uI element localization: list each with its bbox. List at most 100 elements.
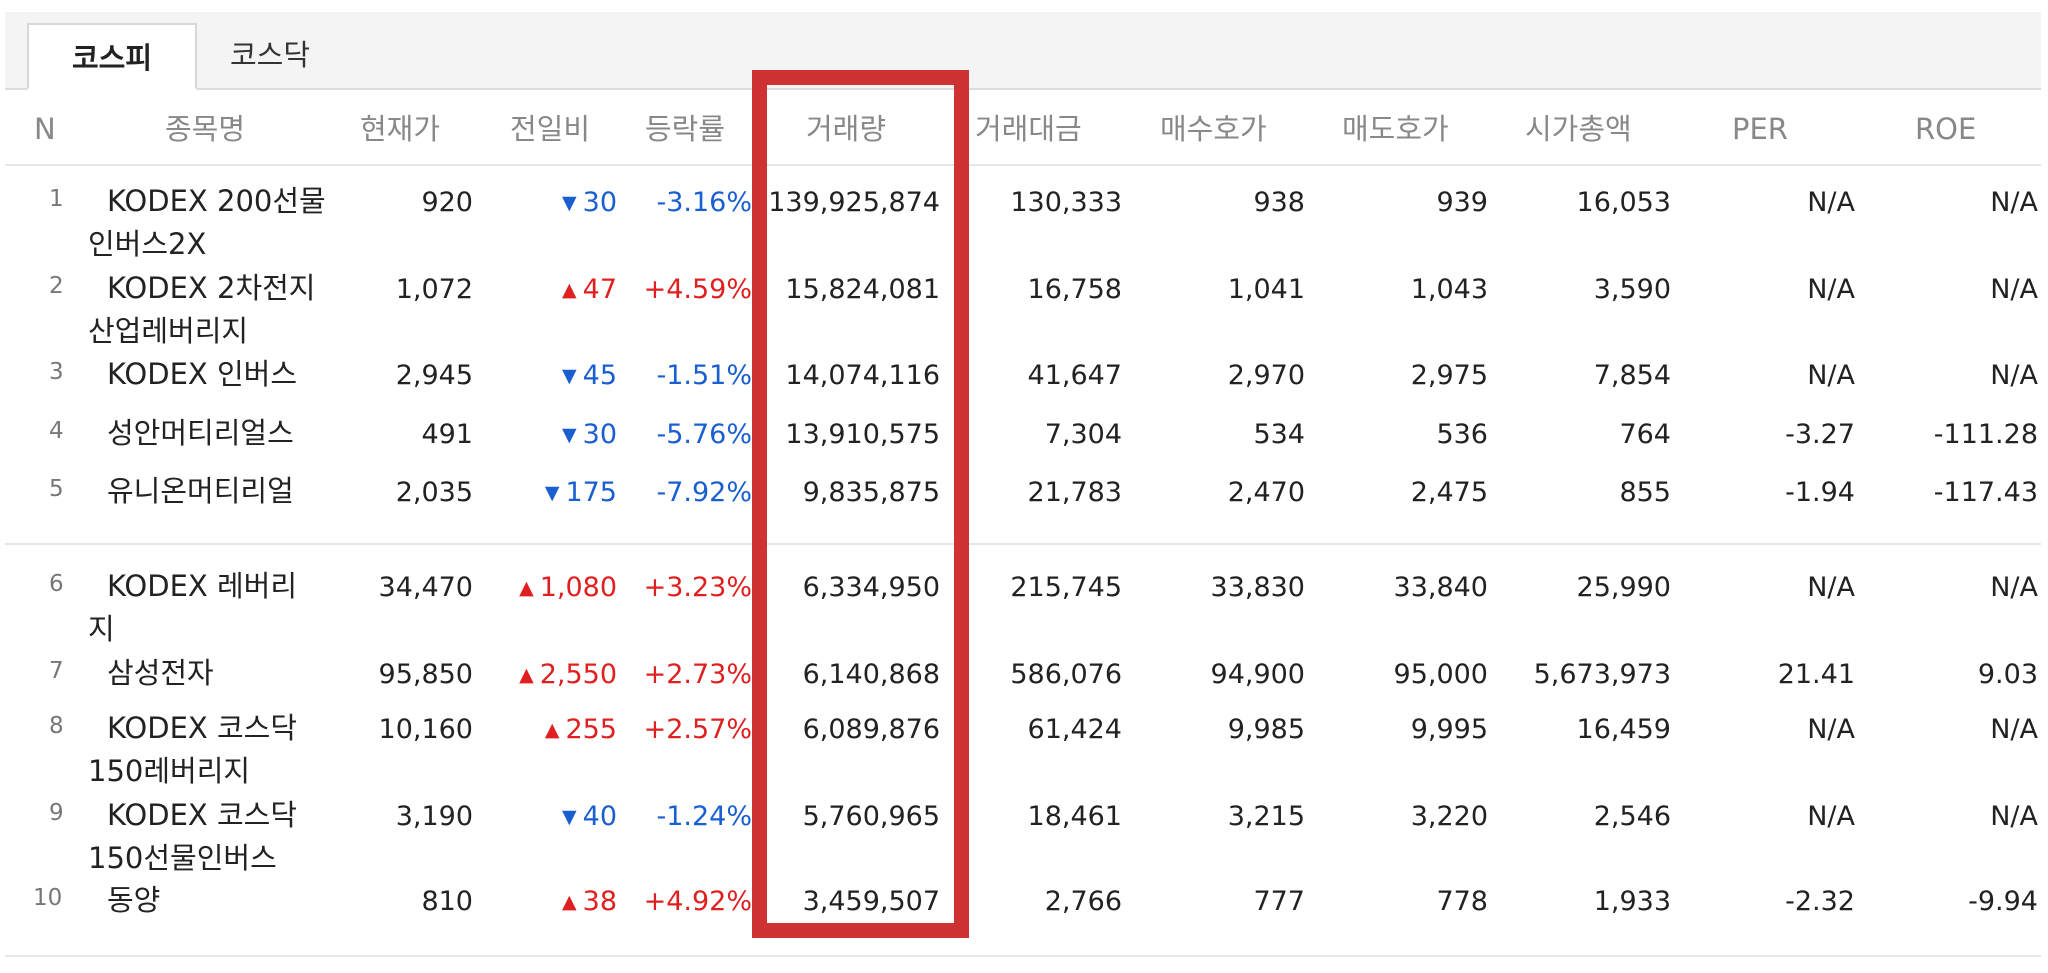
cell-ask: 33,840 — [1393, 572, 1488, 603]
cell-volume: 15,824,081 — [785, 274, 940, 305]
cell-per: N/A — [1807, 187, 1855, 218]
triangle-up-icon: ▲ — [562, 279, 577, 301]
cell-roe: N/A — [1990, 572, 2038, 603]
row-number: 8 — [49, 713, 64, 739]
stock-name-link[interactable]: KODEX 레버리 지 — [88, 565, 297, 651]
triangle-up-icon: ▲ — [544, 719, 560, 741]
cell-ask: 536 — [1436, 419, 1488, 450]
triangle-up-icon: ▲ — [562, 891, 577, 913]
cell-rate: +2.73% — [643, 659, 752, 690]
cell-price: 810 — [421, 886, 473, 917]
cell-mcap: 16,459 — [1576, 714, 1671, 745]
cell-roe: -117.43 — [1933, 477, 2038, 508]
triangle-down-icon: ▼ — [562, 192, 577, 214]
stock-name-link[interactable]: KODEX 인버스 — [88, 353, 297, 396]
stock-name-line2: 인버스2X — [88, 227, 207, 261]
stock-name-link[interactable]: 성안머티리얼스 — [88, 412, 294, 455]
cell-bid: 9,985 — [1227, 714, 1305, 745]
group-divider — [5, 543, 2041, 545]
cell-change: ▼ 30 — [562, 182, 617, 224]
cell-rate: +2.57% — [643, 714, 752, 745]
triangle-down-icon: ▼ — [562, 806, 577, 828]
cell-volume: 5,760,965 — [802, 801, 940, 832]
cell-mcap: 764 — [1619, 419, 1671, 450]
header-roe[interactable]: ROE — [1915, 92, 1976, 166]
header-per[interactable]: PER — [1732, 92, 1788, 166]
cell-bid: 3,215 — [1227, 801, 1305, 832]
cell-ask: 95,000 — [1393, 659, 1488, 690]
cell-bid: 938 — [1253, 187, 1305, 218]
cell-price: 920 — [421, 187, 473, 218]
tab-kosdaq[interactable]: 코스닥 — [205, 22, 335, 88]
cell-roe: N/A — [1990, 801, 2038, 832]
stock-name-link[interactable]: KODEX 200선물 인버스2X — [88, 180, 326, 266]
cell-volume: 6,089,876 — [802, 714, 940, 745]
cell-ask: 778 — [1436, 886, 1488, 917]
header-bid[interactable]: 매수호가 — [1160, 92, 1267, 166]
cell-rate: +3.23% — [643, 572, 752, 603]
header-rate[interactable]: 등락률 — [645, 92, 725, 166]
cell-price: 95,850 — [378, 659, 473, 690]
header-mcap[interactable]: 시가총액 — [1525, 92, 1632, 166]
cell-per: N/A — [1807, 801, 1855, 832]
change-value: 30 — [582, 187, 617, 218]
cell-change: ▲ 47 — [562, 269, 617, 311]
triangle-down-icon: ▼ — [562, 424, 577, 446]
cell-price: 34,470 — [378, 572, 473, 603]
cell-mcap: 1,933 — [1593, 886, 1671, 917]
cell-roe: 9.03 — [1977, 659, 2038, 690]
cell-per: -3.27 — [1785, 419, 1855, 450]
change-value: 40 — [582, 801, 617, 832]
cell-roe: -9.94 — [1968, 886, 2038, 917]
stock-name-link[interactable]: 유니온머티리얼 — [88, 470, 294, 513]
cell-amount: 130,333 — [1010, 187, 1122, 218]
cell-volume: 6,140,868 — [802, 659, 940, 690]
cell-roe: -111.28 — [1933, 419, 2038, 450]
stock-name-link[interactable]: KODEX 코스닥 150선물인버스 — [88, 794, 297, 880]
change-value: 30 — [582, 419, 617, 450]
cell-ask: 939 — [1436, 187, 1488, 218]
cell-bid: 1,041 — [1227, 274, 1305, 305]
cell-amount: 21,783 — [1027, 477, 1122, 508]
cell-rate: +4.92% — [643, 886, 752, 917]
stock-name-line1: KODEX 코스닥 — [107, 711, 298, 745]
cell-mcap: 3,590 — [1593, 274, 1671, 305]
cell-price: 2,945 — [395, 360, 473, 391]
header-volume[interactable]: 거래량 — [806, 92, 886, 166]
stock-name-line1: KODEX 인버스 — [107, 357, 298, 391]
stock-name-line1: 성안머티리얼스 — [107, 416, 294, 450]
header-ask[interactable]: 매도호가 — [1342, 92, 1449, 166]
stock-name-line1: 유니온머티리얼 — [107, 474, 294, 508]
cell-change: ▼ 45 — [562, 355, 617, 397]
header-amount[interactable]: 거래대금 — [975, 92, 1082, 166]
cell-rate: -7.92% — [656, 477, 752, 508]
cell-rate: -3.16% — [656, 187, 752, 218]
cell-volume: 6,334,950 — [802, 572, 940, 603]
cell-change: ▼ 40 — [562, 796, 617, 838]
stock-name-link[interactable]: 삼성전자 — [88, 652, 214, 695]
cell-volume: 13,910,575 — [785, 419, 940, 450]
stock-name-line2: 150레버리지 — [88, 754, 251, 788]
cell-volume: 3,459,507 — [802, 886, 940, 917]
row-number: 6 — [49, 571, 64, 597]
tab-kospi[interactable]: 코스피 — [27, 23, 197, 90]
triangle-down-icon: ▼ — [544, 482, 560, 504]
cell-amount: 586,076 — [1010, 659, 1122, 690]
header-price[interactable]: 현재가 — [360, 92, 440, 166]
triangle-up-icon: ▲ — [519, 577, 534, 599]
cell-mcap: 5,673,973 — [1533, 659, 1671, 690]
stock-name-link[interactable]: 동양 — [88, 879, 160, 922]
stock-name-link[interactable]: KODEX 2차전지 산업레버리지 — [88, 267, 316, 353]
cell-amount: 16,758 — [1027, 274, 1122, 305]
header-change[interactable]: 전일비 — [510, 92, 590, 166]
row-number: 9 — [49, 800, 64, 826]
header-name[interactable]: 종목명 — [165, 92, 245, 166]
stock-name-link[interactable]: KODEX 코스닥 150레버리지 — [88, 707, 297, 793]
header-n[interactable]: N — [34, 92, 56, 166]
row-number: 7 — [49, 658, 64, 684]
cell-bid: 2,470 — [1227, 477, 1305, 508]
stock-name-line1: KODEX 코스닥 — [107, 798, 298, 832]
cell-ask: 2,975 — [1410, 360, 1488, 391]
stock-name-line2: 산업레버리지 — [88, 314, 249, 348]
cell-mcap: 855 — [1619, 477, 1671, 508]
